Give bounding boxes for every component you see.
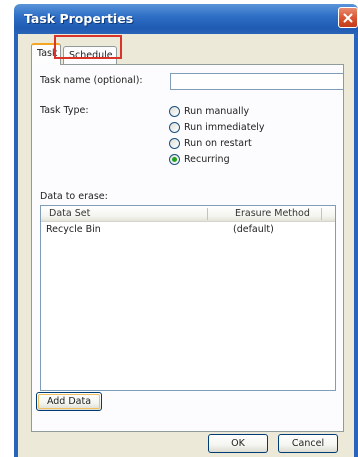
column-header-data-set[interactable]: Data Set (49, 208, 90, 219)
radio-label: Recurring (184, 154, 230, 165)
column-separator[interactable] (321, 208, 322, 220)
task-properties-window: Task Properties Task Schedule Task name … (14, 4, 358, 457)
radio-label: Run manually (184, 106, 250, 117)
close-icon (343, 13, 353, 22)
data-to-erase-label: Data to erase: (40, 191, 108, 202)
task-type-label: Task Type: (40, 105, 89, 116)
window-title: Task Properties (24, 11, 134, 26)
table-row[interactable]: Recycle Bin (default) (41, 223, 335, 237)
cell-erasure-method: (default) (233, 224, 274, 235)
task-name-input[interactable] (170, 73, 344, 90)
title-bar[interactable]: Task Properties (14, 4, 358, 34)
column-separator[interactable] (207, 208, 208, 220)
list-header: Data Set Erasure Method (41, 206, 335, 222)
add-data-button[interactable]: Add Data (36, 392, 102, 411)
close-button[interactable] (338, 7, 358, 28)
cell-data-set: Recycle Bin (46, 224, 101, 235)
task-name-label: Task name (optional): (40, 75, 143, 86)
radio-label: Run on restart (184, 138, 252, 149)
schedule-tab-highlight (54, 35, 122, 59)
radio-button-selected[interactable] (169, 154, 180, 165)
radio-selected-dot (172, 157, 177, 162)
cancel-button[interactable]: Cancel (278, 434, 338, 453)
radio-label: Run immediately (184, 122, 265, 133)
radio-run-on-restart[interactable]: Run on restart (169, 137, 252, 150)
task-tab-panel: Task name (optional): Task Type: Run man… (31, 64, 344, 432)
column-header-erasure-method[interactable]: Erasure Method (235, 208, 310, 219)
radio-button[interactable] (169, 122, 180, 133)
radio-run-immediately[interactable]: Run immediately (169, 121, 265, 134)
radio-button[interactable] (169, 106, 180, 117)
data-set-list[interactable]: Data Set Erasure Method Recycle Bin (def… (40, 205, 336, 391)
radio-run-manually[interactable]: Run manually (169, 105, 249, 118)
radio-recurring[interactable]: Recurring (169, 153, 230, 166)
dialog-client-area: Task Schedule Task name (optional): Task… (18, 34, 354, 457)
ok-button[interactable]: OK (208, 434, 268, 453)
radio-button[interactable] (169, 138, 180, 149)
